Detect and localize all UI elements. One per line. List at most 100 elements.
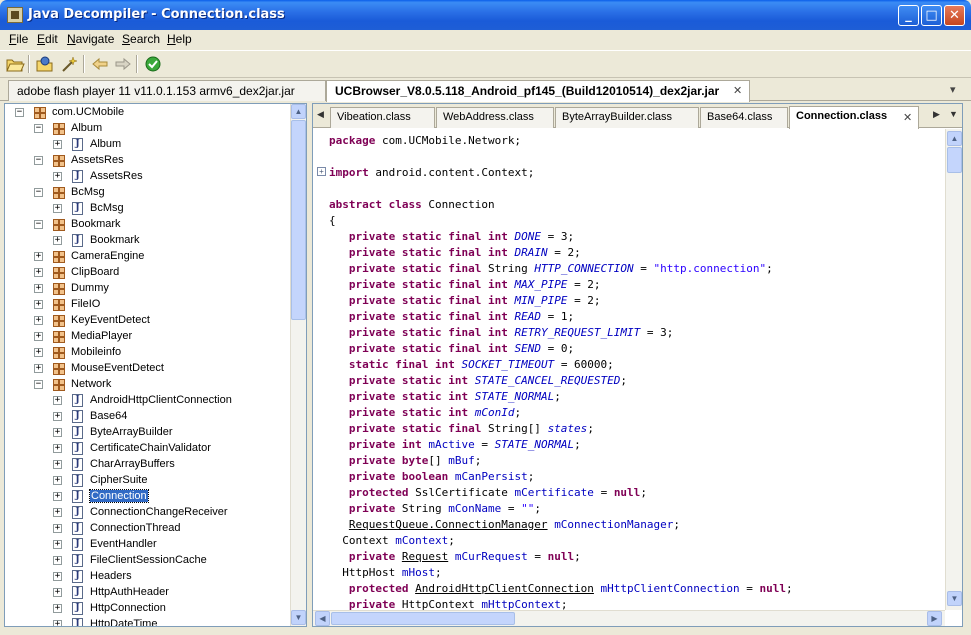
menu-edit[interactable]: Edit [37,32,58,46]
expand-icon[interactable]: + [53,460,62,469]
expand-icon[interactable]: + [53,140,62,149]
code-vertical-scrollbar[interactable]: ▲ ▼ [945,129,962,610]
menu-navigate[interactable]: Navigate [67,32,114,46]
class-tab-bytearraybuilder[interactable]: ByteArrayBuilder.class [555,107,699,128]
wand-icon[interactable] [58,54,80,74]
scroll-up-icon[interactable]: ▲ [291,104,306,119]
tree-item-mediaplayer[interactable]: + MediaPlayer [5,329,285,345]
tree-item-assetsres[interactable]: − AssetsRes [5,153,285,169]
code-type-link[interactable]: AndroidHttpClientConnection [415,582,594,595]
expand-icon[interactable]: + [34,252,43,261]
tree-item-cameraengine[interactable]: + CameraEngine [5,249,285,265]
expand-icon[interactable]: + [53,540,62,549]
expand-icon[interactable]: + [53,524,62,533]
tree-item-connectionchangereceiver[interactable]: + J ConnectionChangeReceiver [5,505,285,521]
tree-item-com.ucmobile[interactable]: − com.UCMobile [5,105,285,121]
expand-icon[interactable]: + [34,284,43,293]
tree-item-base64[interactable]: + J Base64 [5,409,285,425]
collapse-icon[interactable]: − [34,156,43,165]
expand-icon[interactable]: + [34,268,43,277]
tree-item-httpauthheader[interactable]: + J HttpAuthHeader [5,585,285,601]
code-type-link[interactable]: RequestQueue.ConnectionManager [349,518,548,531]
expand-icon[interactable]: + [53,492,62,501]
class-tab-connection[interactable]: Connection.class ✕ [789,106,919,129]
tree-item-eventhandler[interactable]: + J EventHandler [5,537,285,553]
scroll-right-icon[interactable]: ▶ [927,611,942,626]
expand-icon[interactable]: + [53,396,62,405]
tree-item-network[interactable]: − Network [5,377,285,393]
tree-item-bookmark[interactable]: + J Bookmark [5,233,285,249]
tree-item-headers[interactable]: + J Headers [5,569,285,585]
jar-tab-ucbrowser[interactable]: UCBrowser_V8.0.5.118_Android_pf145_(Buil… [326,80,750,102]
minimize-button[interactable]: _ [898,5,919,26]
close-button[interactable]: ✕ [944,5,965,26]
scroll-up-icon[interactable]: ▲ [947,131,962,146]
code-type-link[interactable]: Request [402,550,448,563]
expand-icon[interactable]: + [53,476,62,485]
collapse-icon[interactable]: − [34,220,43,229]
expand-icon[interactable]: + [53,588,62,597]
scroll-down-icon[interactable]: ▼ [947,591,962,606]
tree-item-assetsres[interactable]: + J AssetsRes [5,169,285,185]
scroll-thumb[interactable] [947,147,962,173]
scroll-left-icon[interactable]: ◀ [315,611,330,626]
fold-expand-icon[interactable]: + [317,167,326,176]
class-tab-vibeation[interactable]: Vibeation.class [330,107,435,128]
tree-item-connectionthread[interactable]: + J ConnectionThread [5,521,285,537]
tree-item-httpconnection[interactable]: + J HttpConnection [5,601,285,617]
back-arrow-icon[interactable] [89,54,111,74]
expand-icon[interactable]: + [34,300,43,309]
tree-item-chararraybuffers[interactable]: + J CharArrayBuffers [5,457,285,473]
tabs-list-icon[interactable]: ▼ [949,109,958,119]
expand-icon[interactable]: + [53,508,62,517]
menu-help[interactable]: Help [167,32,192,46]
tree-item-connection[interactable]: + J Connection [5,489,285,505]
expand-icon[interactable]: + [34,316,43,325]
expand-icon[interactable]: + [53,572,62,581]
tree-item-clipboard[interactable]: + ClipBoard [5,265,285,281]
expand-icon[interactable]: + [34,332,43,341]
expand-icon[interactable]: + [53,428,62,437]
menu-file[interactable]: File [9,32,28,46]
expand-icon[interactable]: + [34,364,43,373]
expand-icon[interactable]: + [53,172,62,181]
collapse-icon[interactable]: − [15,108,24,117]
expand-icon[interactable]: + [53,204,62,213]
title-bar[interactable]: Java Decompiler - Connection.class _ □ ✕ [0,0,971,30]
code-view[interactable]: + package com.UCMobile.Network; import an… [313,129,945,610]
tree-item-dummy[interactable]: + Dummy [5,281,285,297]
tree-item-album[interactable]: − Album [5,121,285,137]
expand-icon[interactable]: + [53,236,62,245]
expand-icon[interactable]: + [53,412,62,421]
expand-icon[interactable]: + [34,348,43,357]
expand-icon[interactable]: + [53,620,62,626]
tab-list-icon[interactable]: ▾ [950,83,956,96]
open-folder-icon[interactable] [4,54,26,74]
close-tab-icon[interactable]: ✕ [733,84,742,97]
package-tree[interactable]: − com.UCMobile − Album + J Album − AssetsRes + J As… [4,103,307,627]
tabs-scroll-right-icon[interactable]: ▶ [933,109,940,120]
tree-item-androidhttpclientconnection[interactable]: + J AndroidHttpClientConnection [5,393,285,409]
scroll-down-icon[interactable]: ▼ [291,610,306,625]
tree-item-bookmark[interactable]: − Bookmark [5,217,285,233]
collapse-icon[interactable]: − [34,124,43,133]
expand-icon[interactable]: + [53,444,62,453]
tree-vertical-scrollbar[interactable]: ▲ ▼ [290,104,306,626]
expand-icon[interactable]: + [53,556,62,565]
tree-item-keyeventdetect[interactable]: + KeyEventDetect [5,313,285,329]
scroll-thumb[interactable] [291,120,306,320]
expand-icon[interactable]: + [53,604,62,613]
forward-arrow-icon[interactable] [112,54,134,74]
tabs-scroll-left-icon[interactable]: ◀ [317,109,324,120]
tree-item-ciphersuite[interactable]: + J CipherSuite [5,473,285,489]
class-tab-base64[interactable]: Base64.class [700,107,788,128]
scroll-thumb[interactable] [331,612,515,625]
jar-tab-flash[interactable]: adobe flash player 11 v11.0.1.153 armv6_… [8,80,326,101]
collapse-icon[interactable]: − [34,188,43,197]
tree-item-bcmsg[interactable]: − BcMsg [5,185,285,201]
code-horizontal-scrollbar[interactable]: ◀ ▶ [313,610,945,626]
tree-item-httpdatetime[interactable]: + J HttpDateTime [5,617,285,626]
close-tab-icon[interactable]: ✕ [903,111,912,124]
tree-item-mobileinfo[interactable]: + Mobileinfo [5,345,285,361]
class-tab-webaddress[interactable]: WebAddress.class [436,107,554,128]
